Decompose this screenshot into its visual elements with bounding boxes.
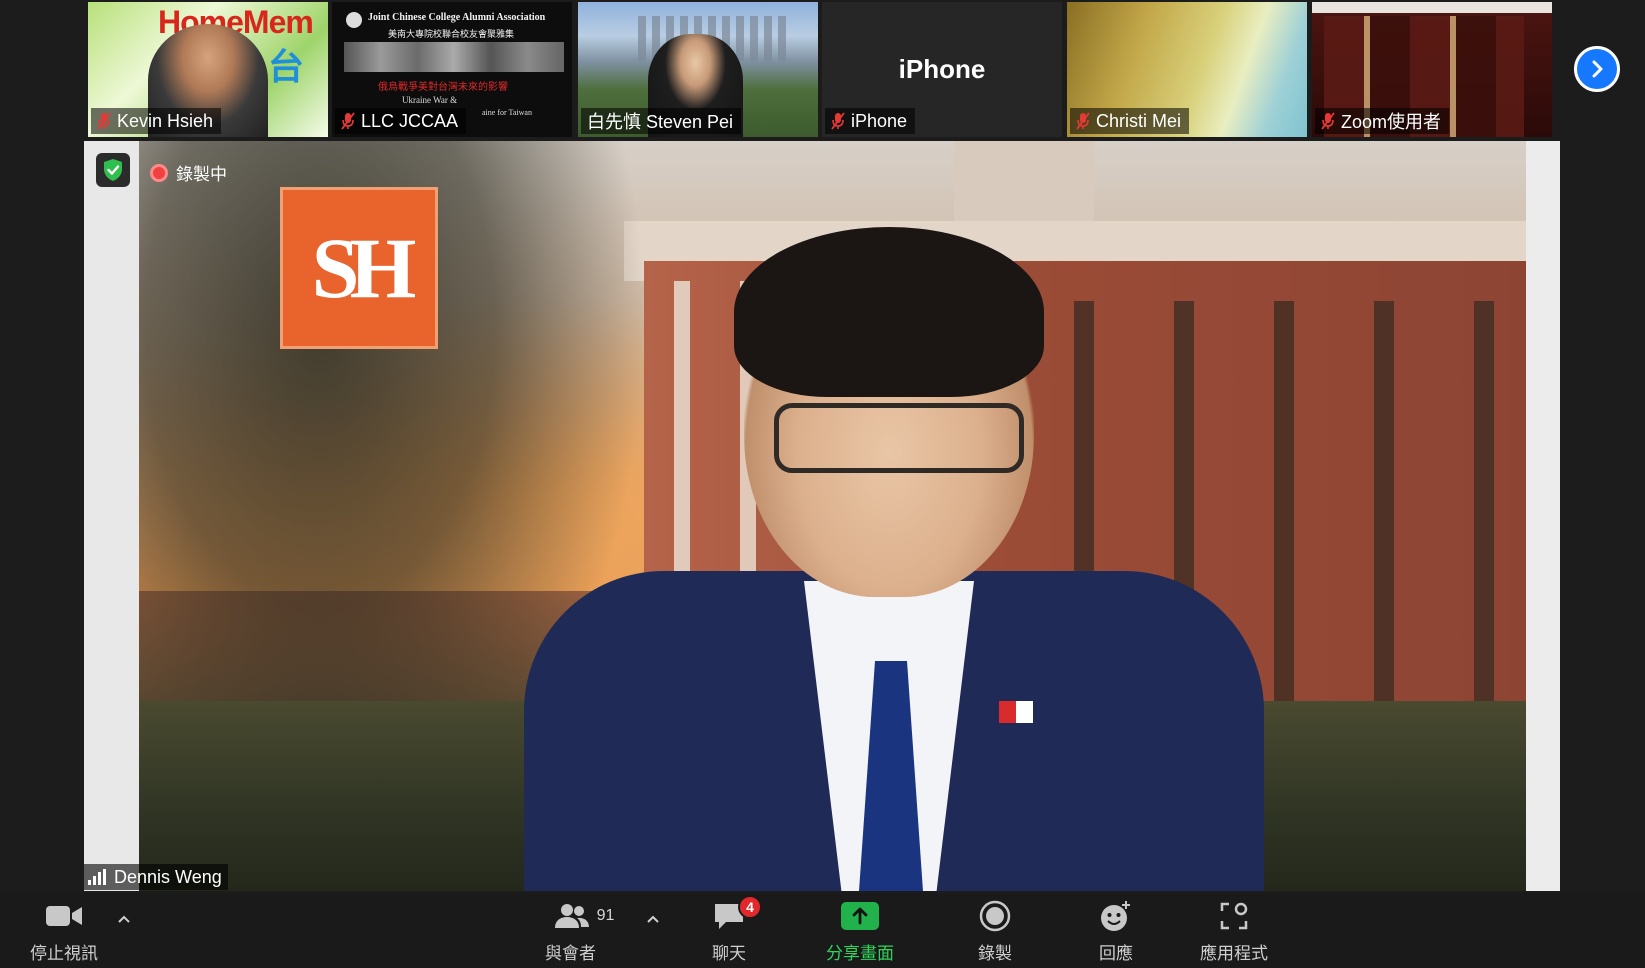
icon-wrap — [1219, 897, 1249, 935]
mic-muted-icon — [1076, 112, 1090, 130]
slide-subtitle-2: aine for Taiwan — [482, 108, 532, 117]
mic-muted-icon — [1321, 112, 1335, 130]
meeting-toolbar: 停止視訊 91 與會者 4 聊天 分享畫面 錄製 回應 應用程式 — [0, 893, 1645, 968]
participant-name: Kevin Hsieh — [117, 110, 214, 131]
participant-name-tag: Zoom使用者 — [1315, 108, 1450, 134]
speaker-glasses — [774, 403, 1024, 473]
video-options-caret[interactable] — [114, 909, 134, 929]
chat-unread-badge: 4 — [738, 895, 762, 919]
caret-up-icon — [647, 915, 659, 923]
participants-options-caret[interactable] — [643, 909, 663, 929]
speaker-hair — [734, 227, 1044, 397]
icon-wrap: 91 — [553, 897, 615, 935]
record-button[interactable]: 錄製 — [978, 897, 1012, 964]
participant-name-tag: LLC JCCAA — [335, 108, 467, 134]
participant-center-name: iPhone — [898, 54, 986, 84]
stop-video-button[interactable]: 停止視訊 — [30, 897, 98, 964]
meeting-security-button[interactable] — [96, 153, 130, 187]
participant-name: Zoom使用者 — [1341, 112, 1442, 132]
icon-wrap — [841, 897, 879, 935]
slide-org-title-cn: 美南大專院校聯合校友會聚雅集 — [388, 29, 515, 39]
icon-wrap: 4 — [712, 895, 762, 935]
slide-subtitle: Ukraine War & — [402, 95, 458, 105]
participant-tile-christi-mei[interactable]: Christi Mei — [1067, 2, 1307, 137]
flag-pin — [999, 701, 1033, 723]
active-speaker-name: Dennis Weng — [114, 866, 222, 887]
participant-tile-iphone[interactable]: iPhone iPhone — [822, 2, 1062, 137]
chat-label: 聊天 — [712, 944, 746, 963]
mic-muted-icon — [341, 112, 355, 130]
reactions-button[interactable]: 回應 — [1099, 897, 1133, 964]
reactions-icon — [1101, 901, 1130, 931]
participant-name-tag: iPhone — [825, 108, 916, 134]
next-page-button[interactable] — [1574, 46, 1620, 92]
video-left-edge — [84, 141, 139, 891]
recording-icon — [150, 163, 168, 182]
active-speaker-name-tag: Dennis Weng — [84, 864, 228, 890]
icon-wrap — [979, 897, 1011, 935]
caret-up-icon — [118, 915, 130, 923]
participants-icon — [554, 904, 589, 928]
slide-photo-strip — [344, 42, 564, 72]
shield-check-icon — [104, 159, 122, 181]
participant-name: 白先慎 Steven Pei — [587, 112, 734, 132]
share-screen-button[interactable]: 分享畫面 — [826, 897, 894, 964]
recording-label: 錄製中 — [176, 165, 227, 184]
participant-name-tag: Kevin Hsieh — [91, 108, 222, 134]
participant-tile-zoom-user[interactable]: Zoom使用者 — [1312, 2, 1552, 137]
icon-wrap — [1099, 897, 1133, 935]
chevron-right-icon — [1592, 60, 1603, 78]
icon-wrap — [45, 897, 83, 935]
active-speaker-video[interactable]: SH — [84, 141, 1560, 891]
participant-name: iPhone — [851, 110, 908, 131]
participant-thumbnail-strip: HomeMem 紅 台 Kevin Hsieh Joint Chinese Co… — [0, 0, 1645, 139]
homemem-logo-cn-right: 台 — [268, 47, 305, 88]
reactions-label: 回應 — [1099, 944, 1133, 963]
record-label: 錄製 — [978, 944, 1012, 963]
share-screen-icon — [841, 902, 879, 930]
slide-headline-cn: 俄烏戰爭美對台灣未來的影響 — [378, 82, 508, 93]
participants-label: 與會者 — [545, 944, 596, 963]
mic-muted-icon — [97, 112, 111, 130]
participants-button[interactable]: 91 與會者 — [545, 897, 622, 964]
association-logo — [346, 12, 362, 28]
participant-name-tag: 白先慎 Steven Pei — [581, 108, 742, 134]
apps-icon — [1220, 902, 1248, 930]
participant-name: Christi Mei — [1096, 110, 1182, 131]
recording-indicator[interactable]: 錄製中 — [150, 160, 227, 185]
share-screen-label: 分享畫面 — [826, 944, 894, 963]
chat-button[interactable]: 4 聊天 — [712, 895, 762, 964]
university-logo-text: SH — [311, 220, 417, 316]
stop-video-label: 停止視訊 — [30, 944, 98, 963]
participant-tile-llc-jccaa[interactable]: Joint Chinese College Alumni Association… — [332, 2, 572, 137]
apps-label: 應用程式 — [1200, 944, 1268, 963]
participant-name-tag: Christi Mei — [1070, 108, 1190, 134]
participant-name: LLC JCCAA — [361, 110, 459, 131]
slide-org-title: Joint Chinese College Alumni Association — [368, 12, 546, 23]
participant-tile-steven-pei[interactable]: 白先慎 Steven Pei — [578, 2, 818, 137]
video-camera-icon — [46, 906, 82, 926]
university-logo: SH — [280, 187, 438, 349]
record-icon — [979, 900, 1011, 932]
participant-tile-kevin-hsieh[interactable]: HomeMem 紅 台 Kevin Hsieh — [88, 2, 328, 137]
video-right-edge — [1526, 141, 1560, 891]
mic-muted-icon — [831, 112, 845, 130]
signal-icon — [88, 869, 106, 885]
apps-button[interactable]: 應用程式 — [1200, 897, 1268, 964]
participants-count: 91 — [596, 907, 615, 924]
